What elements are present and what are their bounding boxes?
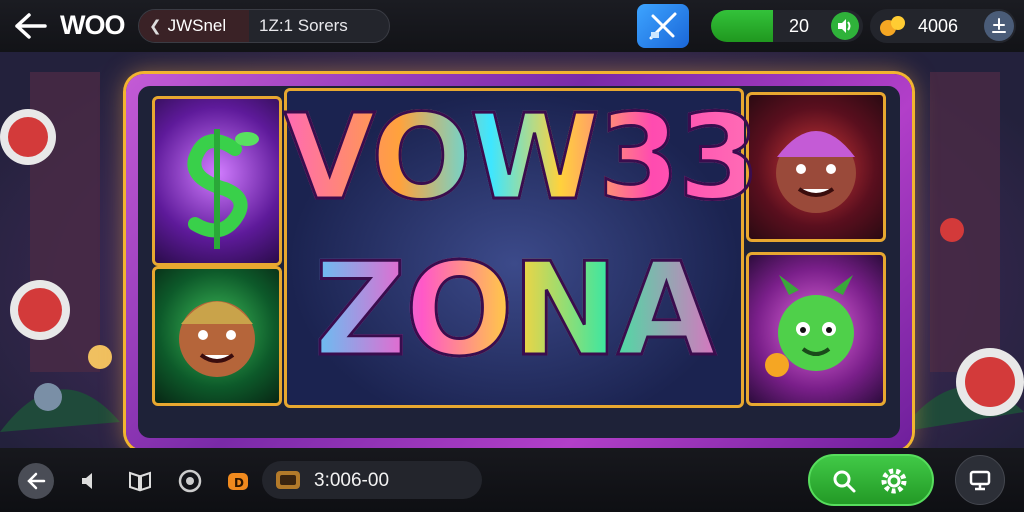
balance-display: 3:006-00 (262, 461, 482, 499)
dollar-symbol-icon (187, 129, 259, 249)
back-arrow-icon (27, 472, 46, 490)
target-icon (178, 469, 202, 493)
channel-name-segment: ❮ JWSnel (139, 10, 249, 42)
knight-character-icon (776, 131, 856, 213)
channel-name: JWSnel (167, 16, 227, 35)
menu-icon (992, 18, 1006, 33)
search-icon (833, 470, 856, 493)
svg-text:D: D (234, 476, 244, 490)
warrior-character-icon (179, 301, 255, 377)
action-buttons (808, 454, 934, 506)
bottom-bar: D 3:006-00 (0, 448, 1024, 512)
game-logo-line1: VOW33 (283, 87, 762, 228)
stat-value: 20 (789, 15, 810, 36)
symbol-knight-panel (746, 92, 886, 242)
channel-chip[interactable]: ❮ JWSnel 1Z:1 Sorers (138, 9, 390, 43)
balance-value: 3:006-00 (314, 470, 390, 491)
back-button[interactable] (12, 10, 48, 42)
volume-icon (82, 473, 92, 489)
settings-button[interactable] (876, 463, 912, 499)
rules-button[interactable] (122, 463, 158, 499)
app-title: WOO (60, 10, 125, 40)
coin-balance[interactable]: 4006 (870, 9, 1016, 43)
screen-icon (969, 470, 991, 491)
bonus-button[interactable]: D (220, 463, 256, 499)
speaker-icon (838, 19, 851, 33)
symbol-goblin-panel (746, 252, 886, 406)
channel-players: 1Z:1 Sorers (259, 16, 348, 35)
tool-button[interactable] (637, 4, 689, 48)
book-icon (129, 471, 151, 492)
wallet-icon (276, 471, 300, 489)
target-button[interactable] (172, 463, 208, 499)
coin-amount: 4006 (918, 16, 959, 36)
goblin-character-icon (765, 275, 854, 377)
symbol-dollar-panel (152, 96, 282, 266)
back-arrow-icon (15, 13, 47, 39)
volume-button[interactable] (72, 463, 108, 499)
chevron-left-icon: ❮ (149, 18, 162, 35)
speaker-button[interactable] (831, 12, 859, 40)
game-logo-line2: ZONA (284, 235, 744, 387)
tool-icon (649, 12, 677, 40)
coin-icon (880, 16, 905, 36)
bottom-back-button[interactable] (18, 463, 54, 499)
status-indicator (711, 10, 773, 42)
symbol-warrior-panel (152, 266, 282, 406)
search-button[interactable] (826, 463, 862, 499)
menu-button[interactable] (984, 11, 1014, 41)
stat-pill: 20 (773, 10, 863, 42)
screen-button[interactable] (955, 455, 1005, 505)
gear-icon (881, 468, 907, 494)
top-bar: WOO ❮ JWSnel 1Z:1 Sorers 20 4006 (0, 0, 1024, 52)
bonus-icon: D (228, 473, 248, 490)
